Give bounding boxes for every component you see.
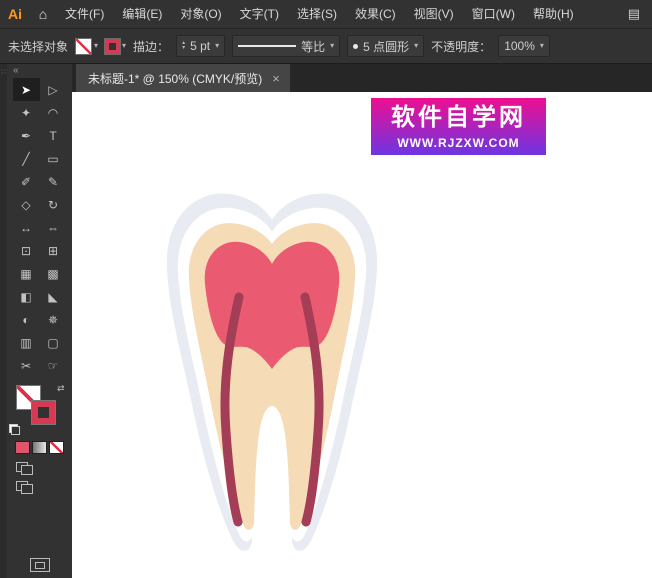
slice-tool[interactable]: ✂	[13, 354, 40, 377]
fill-stroke-indicator: ⇄	[7, 381, 72, 437]
chevron-down-icon[interactable]: ▾	[122, 42, 126, 50]
document-tab-bar: 未标题-1* @ 150% (CMYK/预览) ×	[72, 64, 652, 92]
mesh-tool[interactable]: ▩	[40, 262, 67, 285]
rotate-tool[interactable]: ↻	[40, 193, 67, 216]
chevron-down-icon[interactable]: ▾	[540, 42, 544, 50]
menu-item-object[interactable]: 对象(O)	[171, 0, 230, 28]
stroke-color-swatch[interactable]	[105, 39, 120, 54]
type-tool[interactable]: T	[40, 124, 67, 147]
menu-item-view[interactable]: 视图(V)	[405, 0, 463, 28]
none-button[interactable]	[49, 441, 64, 454]
home-icon[interactable]: ⌂	[30, 6, 56, 22]
stepper-icon[interactable]: ▴▾	[182, 41, 185, 51]
menu-item-edit[interactable]: 编辑(E)	[113, 0, 171, 28]
chevron-down-icon[interactable]: ▾	[330, 42, 334, 50]
profile-line-icon	[238, 45, 296, 47]
menu-item-effect[interactable]: 效果(C)	[346, 0, 405, 28]
scale-tool[interactable]: ↔	[13, 216, 40, 239]
workspace-switcher-icon[interactable]: ▤	[616, 6, 652, 22]
tools-panel: ∷ « ➤▷✦◠✒T╱▭✐✎◇↻↔⇔⊡⊞▦▩◧◣◐✵▥▢✂☞ ⇄	[0, 64, 72, 578]
eraser-tool[interactable]: ◇	[13, 193, 40, 216]
control-bar: 未选择对象 ▾ ▾ 描边： ▴▾ 5 pt ▾ 等比 ▾ 5 点圆形 ▾ 不透明…	[0, 29, 652, 64]
brush-dropdown[interactable]: 5 点圆形 ▾	[347, 35, 424, 57]
menu-item-select[interactable]: 选择(S)	[288, 0, 346, 28]
stroke-weight-field[interactable]: ▴▾ 5 pt ▾	[176, 35, 225, 57]
chevron-down-icon[interactable]: ▾	[94, 42, 98, 50]
fill-color-control[interactable]: ▾	[75, 38, 98, 55]
watermark-banner: 软件自学网 WWW.RJZXW.COM	[371, 98, 546, 155]
document-tab-title: 未标题-1* @ 150% (CMYK/预览)	[88, 70, 262, 87]
swap-fill-stroke-icon[interactable]: ⇄	[57, 383, 65, 394]
dock-grip[interactable]: ∷	[0, 64, 7, 578]
stroke-color-control[interactable]: ▾	[105, 39, 126, 54]
rectangle-tool[interactable]: ▭	[40, 147, 67, 170]
artboard-canvas[interactable]: 软件自学网 WWW.RJZXW.COM	[72, 92, 652, 578]
blend-tool[interactable]: ◐	[13, 308, 40, 331]
selection-status: 未选择对象	[8, 38, 68, 55]
document-tab[interactable]: 未标题-1* @ 150% (CMYK/预览) ×	[76, 64, 290, 92]
hand-tool[interactable]: ☞	[40, 354, 67, 377]
menu-item-window[interactable]: 窗口(W)	[463, 0, 524, 28]
profile-name: 等比	[301, 38, 325, 55]
screen-mode-button[interactable]	[7, 558, 72, 572]
draw-normal-icon[interactable]	[16, 462, 32, 474]
illustrator-logo: Ai	[0, 6, 30, 22]
stroke-label: 描边：	[133, 38, 169, 55]
gradient-button[interactable]	[32, 441, 47, 454]
width-tool[interactable]: ⇔	[40, 216, 67, 239]
tooth-illustration	[72, 92, 652, 578]
width-profile-dropdown[interactable]: 等比 ▾	[232, 35, 340, 57]
chevron-down-icon[interactable]: ▾	[215, 42, 219, 50]
paintbrush-tool[interactable]: ✐	[13, 170, 40, 193]
grip-dots-icon: ∷	[1, 69, 5, 76]
perspective-grid-tool[interactable]: ▦	[13, 262, 40, 285]
screen-mode-icon	[30, 558, 50, 572]
pencil-tool[interactable]: ✎	[40, 170, 67, 193]
stroke-weight-value: 5 pt	[190, 39, 210, 53]
fill-none-swatch[interactable]	[75, 38, 92, 55]
pen-tool[interactable]: ✒	[13, 124, 40, 147]
draw-behind-icon[interactable]	[16, 481, 32, 493]
opacity-value: 100%	[504, 39, 535, 53]
column-graph-tool[interactable]: ▥	[13, 331, 40, 354]
color-button[interactable]	[15, 441, 30, 454]
magic-wand-tool[interactable]: ✦	[13, 101, 40, 124]
chevron-down-icon[interactable]: ▾	[414, 42, 418, 50]
toolbar-collapse-button[interactable]: «	[7, 64, 72, 78]
opacity-field[interactable]: 100% ▾	[498, 35, 550, 57]
paint-mode-buttons	[7, 441, 72, 454]
menu-item-type[interactable]: 文字(T)	[231, 0, 288, 28]
line-segment-tool[interactable]: ╱	[13, 147, 40, 170]
watermark-url: WWW.RJZXW.COM	[397, 134, 519, 152]
menu-item-help[interactable]: 帮助(H)	[524, 0, 583, 28]
selection-tool[interactable]: ➤	[13, 78, 40, 101]
eyedropper-tool[interactable]: ◣	[40, 285, 67, 308]
drawing-mode-buttons	[7, 462, 72, 493]
close-icon[interactable]: ×	[272, 71, 280, 86]
gradient-tool[interactable]: ◧	[13, 285, 40, 308]
direct-selection-tool[interactable]: ▷	[40, 78, 67, 101]
lasso-tool[interactable]: ◠	[40, 101, 67, 124]
symbol-sprayer-tool[interactable]: ✵	[40, 308, 67, 331]
brush-name: 5 点圆形	[363, 38, 409, 55]
menu-bar: Ai ⌂ 文件(F)编辑(E)对象(O)文字(T)选择(S)效果(C)视图(V)…	[0, 0, 652, 29]
default-fill-stroke-icon[interactable]	[9, 424, 20, 435]
watermark-title: 软件自学网	[391, 102, 526, 134]
opacity-label: 不透明度：	[431, 38, 491, 55]
menu-item-file[interactable]: 文件(F)	[56, 0, 113, 28]
stroke-swatch[interactable]	[32, 401, 55, 424]
brush-preview-icon	[353, 44, 358, 49]
artboard-tool[interactable]: ▢	[40, 331, 67, 354]
free-transform-tool[interactable]: ⊡	[13, 239, 40, 262]
shape-builder-tool[interactable]: ⊞	[40, 239, 67, 262]
